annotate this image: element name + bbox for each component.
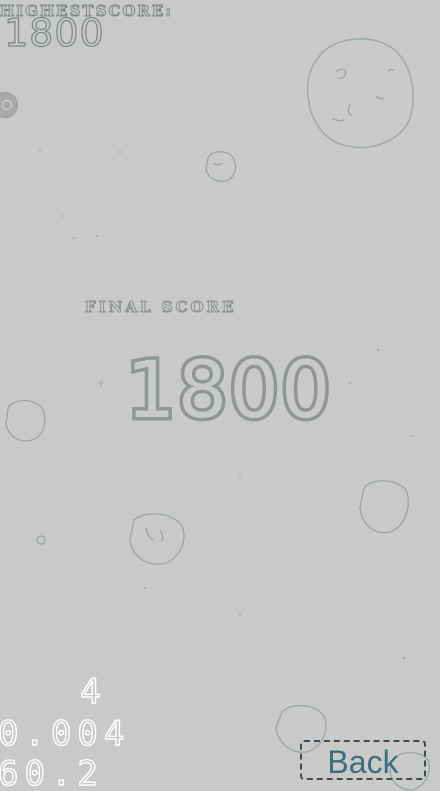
game-screen: HIGHESTSCORE: 1800 FINAL SCORE 1800 4 0.…	[0, 0, 440, 791]
back-button[interactable]: Back	[300, 740, 426, 780]
debug-stat-2: 0.004	[0, 714, 131, 754]
debris-circle	[36, 535, 46, 545]
debug-stat-1: 4	[79, 672, 107, 712]
final-score-label: FINAL SCORE	[85, 298, 237, 317]
asteroid-small-2	[5, 399, 46, 442]
asteroid-medium-2	[129, 513, 185, 565]
final-score-value: 1800	[123, 346, 335, 436]
asteroid-large	[306, 38, 414, 149]
asteroid-small-1	[205, 151, 237, 182]
asteroid-medium-1	[359, 480, 409, 534]
highscore-value: 1800	[3, 11, 105, 55]
debug-stat-3: 60.2	[0, 754, 104, 791]
